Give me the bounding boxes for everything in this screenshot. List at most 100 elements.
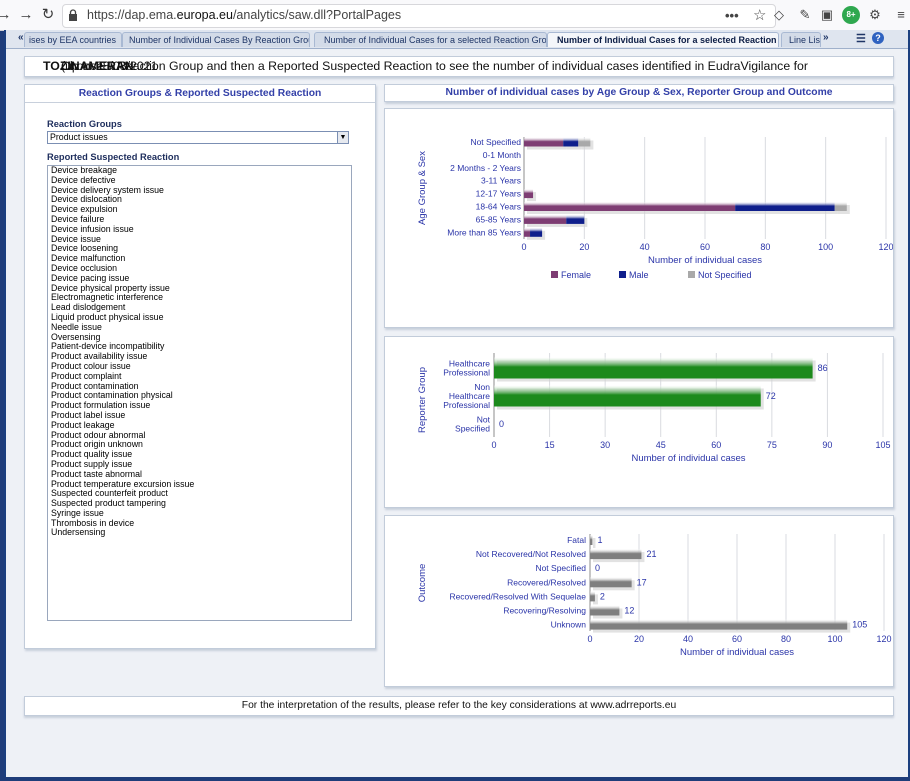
y-tick-label: 2 Months - 2 Years <box>450 163 521 173</box>
bookmark-star-icon[interactable]: ☆ <box>753 6 766 24</box>
tab-selected-reaction-group[interactable]: Number of Individual Cases for a selecte… <box>314 32 547 47</box>
y-tick-label: Fatal <box>567 535 586 545</box>
y-tick-label: Not Specified <box>470 137 521 147</box>
x-tick-label: 100 <box>827 634 842 644</box>
tab-selected-reaction[interactable]: Number of Individual Cases for a selecte… <box>547 32 779 47</box>
y-tick-label: Professional <box>443 368 490 378</box>
y-tick-label: Recovered/Resolved <box>507 577 586 587</box>
bar <box>590 605 620 616</box>
reaction-listbox[interactable]: Device breakage Device defective Device de… <box>47 165 352 621</box>
legend-swatch <box>551 271 558 278</box>
x-axis-title: Number of individual cases <box>631 453 745 464</box>
chevron-down-icon[interactable]: ▼ <box>337 132 348 143</box>
bar-segment <box>735 202 835 211</box>
addon-badge-icon[interactable]: 8+ <box>842 6 860 24</box>
y-axis-title: Reporter Group <box>417 367 428 433</box>
bar <box>590 535 593 545</box>
reaction-selection-panel: Reaction Groups & Reported Suspected Rea… <box>24 84 376 649</box>
extension-icon[interactable]: ▣ <box>818 6 836 24</box>
x-tick-label: 80 <box>760 242 770 252</box>
data-label: 105 <box>852 620 867 630</box>
bar-segment <box>530 227 543 237</box>
y-tick-label: Recovered/Resolved With Sequelae <box>449 591 586 601</box>
reload-icon[interactable]: ↻ <box>38 5 58 25</box>
x-tick-label: 100 <box>818 242 833 252</box>
bar <box>590 591 595 602</box>
lock-icon <box>69 9 77 21</box>
data-label: 72 <box>766 391 776 401</box>
bar <box>590 619 848 630</box>
y-tick-label: 0-1 Month <box>483 150 522 160</box>
y-tick-label: 18-64 Years <box>476 202 521 212</box>
page-options-icon[interactable]: ☰ <box>856 32 866 45</box>
shield-icon[interactable]: ◇ <box>770 6 788 24</box>
url-text: https://dap.ema.europa.eu/analytics/saw.… <box>87 8 402 22</box>
reaction-group-select[interactable]: Product issues ▼ <box>47 131 349 144</box>
x-tick-label: 60 <box>700 242 710 252</box>
bar <box>494 385 761 407</box>
gear-icon[interactable]: ⚙ <box>866 6 884 24</box>
bar-segment <box>566 214 585 224</box>
charts-header-title: Number of individual cases by Age Group … <box>445 87 833 98</box>
x-tick-label: 0 <box>521 242 526 252</box>
report-banner: Choose a Reaction Group and then a Repor… <box>24 56 894 77</box>
data-label: 12 <box>624 606 634 616</box>
dashboard-tabs: « ises by EEA countries Number of Indivi… <box>6 30 908 49</box>
eyedropper-icon[interactable]: ✎ <box>796 6 814 24</box>
y-tick-label: 12-17 Years <box>476 189 521 199</box>
y-axis-title: Outcome <box>417 564 428 603</box>
address-bar[interactable]: https://dap.ema.europa.eu/analytics/saw.… <box>62 4 776 28</box>
y-tick-label: 65-85 Years <box>476 214 521 224</box>
reaction-panel-title: Reaction Groups & Reported Suspected Rea… <box>25 85 375 103</box>
menu-icon[interactable]: ≡ <box>892 6 910 24</box>
footer-note: For the interpretation of the results, p… <box>24 696 894 716</box>
y-tick-label: Specified <box>455 424 490 434</box>
y-tick-label: Not Recovered/Not Resolved <box>476 549 586 559</box>
x-tick-label: 20 <box>634 634 644 644</box>
x-tick-label: 0 <box>587 634 592 644</box>
tab-eea-countries[interactable]: ises by EEA countries <box>24 32 122 47</box>
outcome-chart: 0 20 40 60 80 100 120Number of individual case… <box>417 534 892 658</box>
bar-segment <box>834 202 847 211</box>
x-tick-label: 120 <box>878 242 893 252</box>
age-sex-chart: 0 20 40 60 80 100 120 Number of individual case… <box>417 137 894 280</box>
x-tick-label: 15 <box>545 440 555 450</box>
x-tick-label: 120 <box>876 634 891 644</box>
legend-label: Not Specified <box>698 270 752 280</box>
charts-header: Number of individual cases by Age Group … <box>384 84 894 102</box>
x-tick-label: 30 <box>600 440 610 450</box>
browser-toolbar: → → ↻ https://dap.ema.europa.eu/analytic… <box>0 0 910 31</box>
forward-arrow-icon[interactable]: → <box>16 5 36 25</box>
x-tick-label: 80 <box>781 634 791 644</box>
x-tick-label: 75 <box>767 440 777 450</box>
help-icon[interactable]: ? <box>872 32 884 44</box>
x-tick-label: 60 <box>711 440 721 450</box>
data-label: 0 <box>595 563 600 573</box>
reporter-chart-panel: 0 15 30 45 60 75 90 105 Number of individual cas… <box>384 336 894 508</box>
page-actions-icon[interactable]: ••• <box>725 8 739 23</box>
x-tick-label: 60 <box>732 634 742 644</box>
tabs-scroll-left-icon[interactable]: « <box>18 32 24 43</box>
reaction-list-item[interactable]: Undersensing <box>48 528 351 538</box>
legend-label: Male <box>629 270 649 280</box>
outcome-chart-panel: 0 20 40 60 80 100 120 Number of individual case… <box>384 515 894 687</box>
legend-label: Female <box>561 270 591 280</box>
age-sex-chart-panel: 0 20 40 60 80 100 120 Number of individual case… <box>384 108 894 328</box>
dashboard-frame: « ises by EEA countries Number of Indivi… <box>4 30 910 777</box>
tab-reaction-groups[interactable]: Number of Individual Cases By Reaction G… <box>122 32 310 47</box>
y-tick-label: Not Specified <box>535 563 586 573</box>
data-label: 17 <box>637 577 647 587</box>
bar <box>590 577 632 588</box>
back-arrow-icon[interactable]: → <box>0 5 14 25</box>
x-tick-label: 0 <box>491 440 496 450</box>
x-tick-label: 20 <box>579 242 589 252</box>
data-label: 21 <box>646 549 656 559</box>
tabs-scroll-right-icon[interactable]: » <box>823 32 829 43</box>
bar-segment <box>524 214 567 224</box>
x-tick-label: 45 <box>656 440 666 450</box>
bar-segment <box>524 227 531 237</box>
x-tick-label: 40 <box>640 242 650 252</box>
tab-line-listing[interactable]: Line Listi <box>781 32 821 47</box>
legend-swatch <box>688 271 695 278</box>
banner-text: Choose a Reaction Group and then a Repor… <box>43 59 808 73</box>
